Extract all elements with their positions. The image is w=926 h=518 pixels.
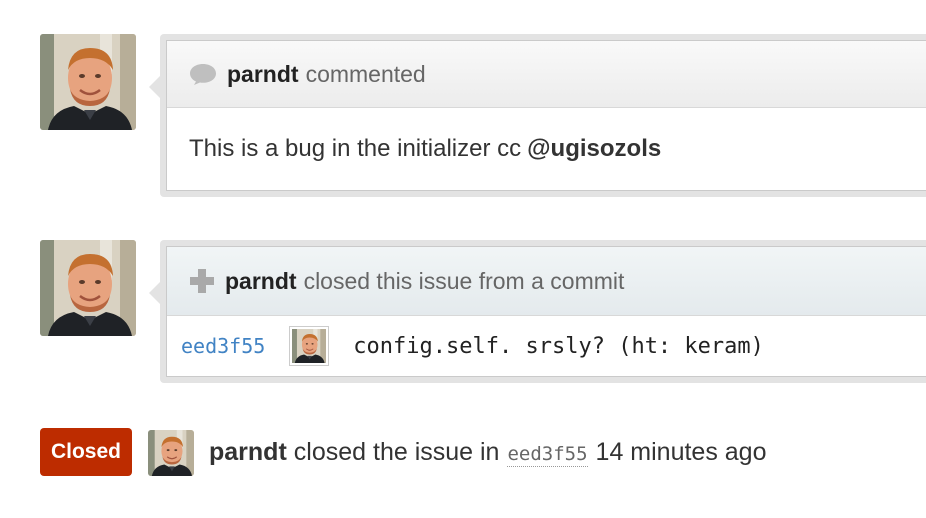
comment-body: This is a bug in the initializer cc @ugi… — [167, 108, 926, 190]
comment-card: parndt commented This is a bug in the in… — [160, 34, 926, 197]
comment-text: This is a bug in the initializer cc — [189, 135, 522, 162]
avatar[interactable] — [40, 34, 136, 130]
commit-close-header: parndt closed this issue from a commit — [167, 247, 926, 316]
comment-action: commented — [305, 60, 426, 87]
closed-event-author[interactable]: parndt — [209, 438, 287, 467]
event-author[interactable]: parndt — [225, 268, 297, 295]
speech-bubble-icon — [189, 62, 217, 86]
comment-header: parndt commented — [167, 41, 926, 108]
closed-event-text: closed the issue in — [293, 438, 500, 466]
user-mention[interactable]: @ugisozols — [527, 135, 661, 163]
commit-message[interactable]: config.self. srsly? (ht: keram) — [353, 334, 764, 359]
commit-close-card: parndt closed this issue from a commit e… — [160, 240, 926, 383]
avatar[interactable] — [289, 326, 330, 366]
event-action: closed this issue from a commit — [303, 267, 625, 294]
avatar[interactable] — [40, 240, 136, 336]
closed-event-time: 14 minutes ago — [595, 438, 767, 466]
comment-pointer — [149, 76, 160, 98]
event-pointer — [149, 282, 160, 304]
avatar[interactable] — [148, 430, 194, 476]
plus-icon — [189, 268, 215, 294]
closed-status-badge: Closed — [40, 428, 132, 476]
commit-sha-link[interactable]: eed3f55 — [181, 334, 265, 358]
commit-row: eed3f55 config.self. srsly? (ht: keram) — [167, 316, 926, 376]
closed-event-line: parndt closed the issue in eed3f55 14 mi… — [209, 438, 767, 467]
comment-author[interactable]: parndt — [227, 61, 299, 88]
closed-event-sha-link[interactable]: eed3f55 — [507, 443, 588, 467]
